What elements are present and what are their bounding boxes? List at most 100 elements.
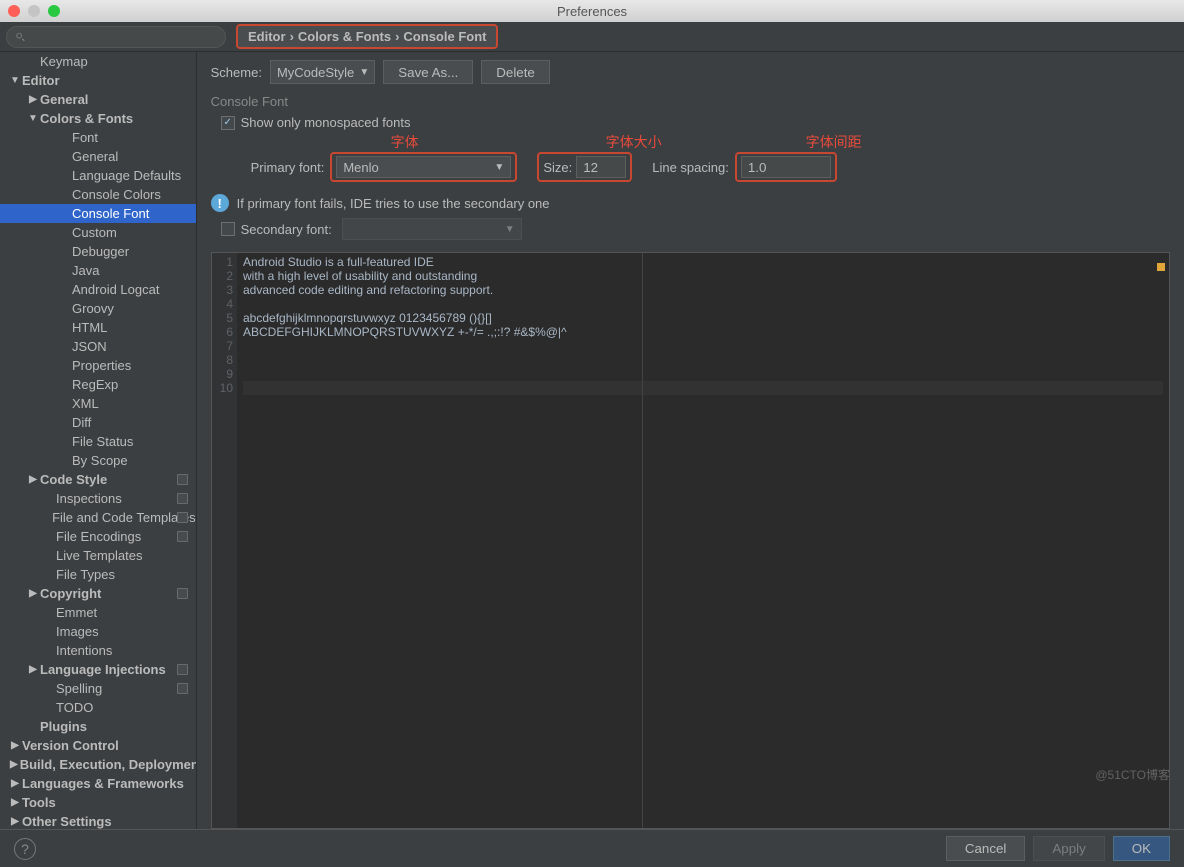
tree-item-xml[interactable]: XML	[0, 394, 196, 413]
tree-item-label: RegExp	[72, 377, 118, 392]
tree-item-label: Properties	[72, 358, 131, 373]
tree-item-build-execution-deployment[interactable]: ▶Build, Execution, Deployment	[0, 755, 196, 774]
font-preview[interactable]: 12345678910 Android Studio is a full-fea…	[211, 252, 1170, 829]
tree-item-label: General	[72, 149, 118, 164]
tree-item-file-types[interactable]: File Types	[0, 565, 196, 584]
scheme-select[interactable]: MyCodeStyle ▼	[270, 60, 375, 84]
tree-item-live-templates[interactable]: Live Templates	[0, 546, 196, 565]
tree-item-diff[interactable]: Diff	[0, 413, 196, 432]
gutter: 12345678910	[212, 253, 237, 828]
tree-item-inspections[interactable]: Inspections	[0, 489, 196, 508]
help-button[interactable]: ?	[14, 838, 36, 860]
secondary-font-select[interactable]: ▼	[342, 218, 522, 240]
project-level-icon	[177, 474, 188, 485]
search-box[interactable]	[6, 26, 226, 48]
tree-item-file-status[interactable]: File Status	[0, 432, 196, 451]
tree-item-languages-frameworks[interactable]: ▶Languages & Frameworks	[0, 774, 196, 793]
tree-item-label: Intentions	[56, 643, 112, 658]
search-icon	[15, 31, 26, 43]
chevron-right-icon: ▶	[28, 94, 38, 105]
tree-item-version-control[interactable]: ▶Version Control	[0, 736, 196, 755]
search-input[interactable]	[31, 30, 217, 44]
cancel-button[interactable]: Cancel	[946, 836, 1026, 861]
chevron-right-icon: ▶	[10, 778, 20, 789]
settings-tree[interactable]: Keymap▼Editor▶General▼Colors & FontsFont…	[0, 52, 197, 829]
tree-item-label: Plugins	[40, 719, 87, 734]
tree-item-properties[interactable]: Properties	[0, 356, 196, 375]
primary-font-select[interactable]: Menlo ▼	[336, 156, 511, 178]
tree-item-java[interactable]: Java	[0, 261, 196, 280]
tree-item-copyright[interactable]: ▶Copyright	[0, 584, 196, 603]
tree-item-label: Code Style	[40, 472, 107, 487]
info-icon: !	[211, 194, 229, 212]
tree-item-debugger[interactable]: Debugger	[0, 242, 196, 261]
show-mono-label: Show only monospaced fonts	[241, 115, 411, 130]
tree-item-label: Other Settings	[22, 814, 112, 829]
spacing-highlight	[735, 152, 837, 182]
tree-item-label: HTML	[72, 320, 107, 335]
chevron-right-icon: ▶	[10, 816, 20, 827]
primary-font-label: Primary font:	[251, 160, 325, 175]
tree-item-label: Keymap	[40, 54, 88, 69]
tree-item-font[interactable]: Font	[0, 128, 196, 147]
spacing-input[interactable]	[741, 156, 831, 178]
tree-item-tools[interactable]: ▶Tools	[0, 793, 196, 812]
ok-button[interactable]: OK	[1113, 836, 1170, 861]
dialog-footer: ? Cancel Apply OK	[0, 829, 1184, 867]
tree-item-label: XML	[72, 396, 99, 411]
tree-item-html[interactable]: HTML	[0, 318, 196, 337]
tree-item-general[interactable]: ▶General	[0, 90, 196, 109]
save-as-button[interactable]: Save As...	[383, 60, 473, 84]
tree-item-label: General	[40, 92, 88, 107]
tree-item-label: File Types	[56, 567, 115, 582]
content-panel: Scheme: MyCodeStyle ▼ Save As... Delete …	[197, 52, 1184, 829]
tree-item-plugins[interactable]: Plugins	[0, 717, 196, 736]
tree-item-json[interactable]: JSON	[0, 337, 196, 356]
tree-item-language-injections[interactable]: ▶Language Injections	[0, 660, 196, 679]
tree-item-colors-fonts[interactable]: ▼Colors & Fonts	[0, 109, 196, 128]
chevron-down-icon: ▼	[359, 67, 369, 78]
tree-item-console-font[interactable]: Console Font	[0, 204, 196, 223]
tree-item-spelling[interactable]: Spelling	[0, 679, 196, 698]
delete-button[interactable]: Delete	[481, 60, 550, 84]
apply-button[interactable]: Apply	[1033, 836, 1104, 861]
chevron-right-icon: ▶	[28, 664, 38, 675]
tree-item-keymap[interactable]: Keymap	[0, 52, 196, 71]
tree-item-console-colors[interactable]: Console Colors	[0, 185, 196, 204]
tree-item-regexp[interactable]: RegExp	[0, 375, 196, 394]
window-title: Preferences	[0, 4, 1184, 19]
project-level-icon	[177, 683, 188, 694]
tree-item-other-settings[interactable]: ▶Other Settings	[0, 812, 196, 829]
chevron-down-icon: ▼	[494, 162, 504, 173]
tree-item-label: Diff	[72, 415, 91, 430]
tree-item-images[interactable]: Images	[0, 622, 196, 641]
tree-item-by-scope[interactable]: By Scope	[0, 451, 196, 470]
tree-item-code-style[interactable]: ▶Code Style	[0, 470, 196, 489]
tree-item-label: Groovy	[72, 301, 114, 316]
tree-item-todo[interactable]: TODO	[0, 698, 196, 717]
secondary-font-checkbox[interactable]	[221, 222, 235, 236]
tree-item-custom[interactable]: Custom	[0, 223, 196, 242]
tree-item-label: File and Code Templates	[52, 510, 196, 525]
scheme-value: MyCodeStyle	[277, 65, 354, 80]
tree-item-label: Console Colors	[72, 187, 161, 202]
tree-item-emmet[interactable]: Emmet	[0, 603, 196, 622]
tree-item-file-and-code-templates[interactable]: File and Code Templates	[0, 508, 196, 527]
chevron-down-icon: ▼	[28, 113, 38, 124]
tree-item-general[interactable]: General	[0, 147, 196, 166]
tree-item-intentions[interactable]: Intentions	[0, 641, 196, 660]
show-mono-checkbox[interactable]: ✓	[221, 116, 235, 130]
tree-item-label: Spelling	[56, 681, 102, 696]
tree-item-android-logcat[interactable]: Android Logcat	[0, 280, 196, 299]
breadcrumb: Editor › Colors & Fonts › Console Font	[236, 24, 498, 49]
size-highlight: Size:	[537, 152, 632, 182]
tree-item-label: Emmet	[56, 605, 97, 620]
tree-item-file-encodings[interactable]: File Encodings	[0, 527, 196, 546]
tree-item-language-defaults[interactable]: Language Defaults	[0, 166, 196, 185]
secondary-font-label: Secondary font:	[241, 222, 332, 237]
tree-item-editor[interactable]: ▼Editor	[0, 71, 196, 90]
tree-item-label: Editor	[22, 73, 60, 88]
tree-item-label: By Scope	[72, 453, 128, 468]
tree-item-groovy[interactable]: Groovy	[0, 299, 196, 318]
size-input[interactable]	[576, 156, 626, 178]
